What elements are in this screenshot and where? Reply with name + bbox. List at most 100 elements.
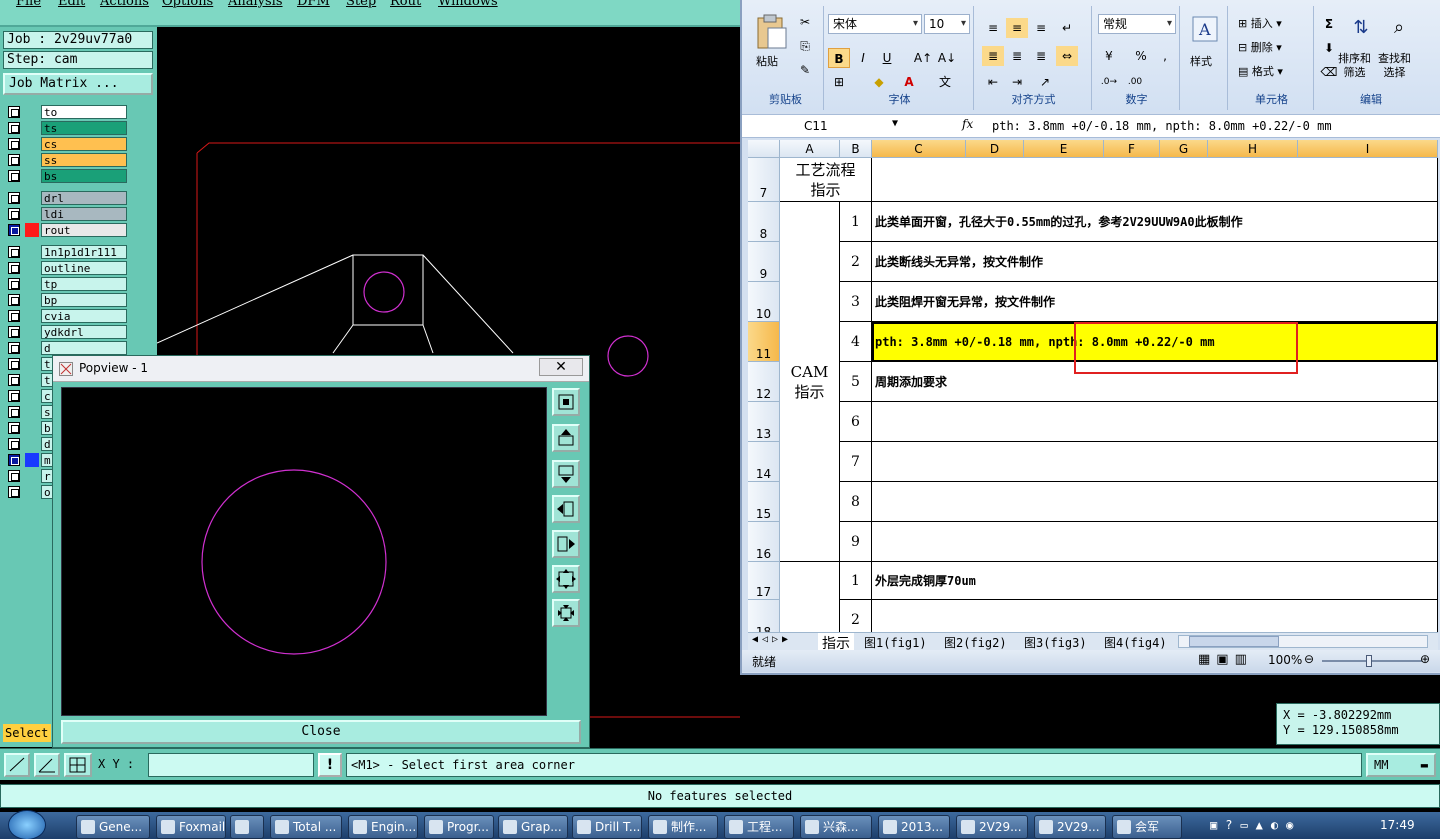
align-right-icon[interactable]: ≣ xyxy=(1030,46,1052,66)
instruction-cell[interactable] xyxy=(872,522,1438,562)
seq-cell[interactable]: 6 xyxy=(840,402,872,442)
seq-cell[interactable]: 7 xyxy=(840,442,872,482)
column-header[interactable]: F xyxy=(1104,140,1160,158)
taskbar-item[interactable]: Progr... xyxy=(424,815,494,839)
menu-rout[interactable]: Rout xyxy=(390,0,421,9)
menu-windows[interactable]: Windows xyxy=(438,0,498,9)
cam-instruction-header-cell[interactable]: CAM 指示 xyxy=(780,202,840,562)
sheet-tab-fig4[interactable]: 图4(fig4) xyxy=(1104,634,1167,651)
copy-icon[interactable]: ⎘ xyxy=(794,36,816,56)
layer-name[interactable]: cs xyxy=(41,137,127,151)
layer-row[interactable]: outline xyxy=(5,260,127,276)
menu-edit[interactable]: Edit xyxy=(58,0,85,9)
taskbar-item[interactable]: Total ... xyxy=(270,815,342,839)
layer-name[interactable]: bs xyxy=(41,169,127,183)
insert-button[interactable]: ⊞ 插入 ▾ xyxy=(1236,14,1284,34)
layer-name[interactable]: ldi xyxy=(41,207,127,221)
italic-button[interactable]: I xyxy=(852,48,874,68)
layer-name[interactable]: drl xyxy=(41,191,127,205)
layer-name[interactable]: ydkdrl xyxy=(41,325,127,339)
layer-color-swatch[interactable] xyxy=(25,261,39,275)
seq-cell[interactable]: 5 xyxy=(840,362,872,402)
formula-input[interactable]: pth: 3.8mm +0/-0.18 mm, npth: 8.0mm +0.2… xyxy=(992,119,1332,133)
font-size-select[interactable]: 10 xyxy=(924,14,970,34)
find-select-icon[interactable]: ⌕ xyxy=(1388,18,1410,38)
layer-color-swatch[interactable] xyxy=(25,169,39,183)
layer-checkbox[interactable] xyxy=(8,422,20,434)
popview-titlebar[interactable]: Popview - 1 ✕ xyxy=(53,356,589,382)
layer-color-swatch[interactable] xyxy=(25,389,39,403)
layer-name[interactable]: ss xyxy=(41,153,127,167)
layer-checkbox[interactable] xyxy=(8,122,20,134)
seq-cell[interactable]: 1 xyxy=(840,202,872,242)
paste-button[interactable]: 粘贴 xyxy=(754,52,780,72)
layer-name[interactable]: tp xyxy=(41,277,127,291)
column-header[interactable]: E xyxy=(1024,140,1104,158)
layer-color-swatch[interactable] xyxy=(25,325,39,339)
align-left-icon[interactable]: ≣ xyxy=(982,46,1004,66)
select-label[interactable]: Select xyxy=(3,724,51,742)
seq-cell[interactable]: 2 xyxy=(840,242,872,282)
zoom-level[interactable]: 100% xyxy=(1268,653,1302,667)
clock[interactable]: 17:49 xyxy=(1380,818,1415,832)
name-box-dropdown-icon[interactable]: ▼ xyxy=(892,118,898,129)
number-format-select[interactable]: 常规 xyxy=(1098,14,1176,34)
layer-checkbox[interactable] xyxy=(8,224,20,236)
row-header[interactable]: 13 xyxy=(748,402,780,442)
popview-zoom-out-button[interactable] xyxy=(552,599,580,627)
layer-color-swatch[interactable] xyxy=(25,437,39,451)
layer-color-swatch[interactable] xyxy=(25,277,39,291)
layer-row[interactable]: to xyxy=(5,104,127,120)
layer-row[interactable]: cvia xyxy=(5,308,127,324)
layer-checkbox[interactable] xyxy=(8,138,20,150)
grid-snap-icon[interactable] xyxy=(64,753,92,777)
layer-name[interactable]: to xyxy=(41,105,127,119)
layer-row[interactable]: ldi xyxy=(5,206,127,222)
column-header[interactable]: G xyxy=(1160,140,1208,158)
layer-row[interactable]: ydkdrl xyxy=(5,324,127,340)
menu-analysis[interactable]: Analysis xyxy=(228,0,283,9)
layer-checkbox[interactable] xyxy=(8,326,20,338)
column-header[interactable]: H xyxy=(1208,140,1298,158)
layer-color-swatch[interactable] xyxy=(25,421,39,435)
sheet-tab-fig3[interactable]: 图3(fig3) xyxy=(1024,634,1087,651)
units-select[interactable]: MM ▬ xyxy=(1366,753,1436,777)
row-header[interactable]: 16 xyxy=(748,522,780,562)
layer-checkbox[interactable] xyxy=(8,294,20,306)
horizontal-scrollbar[interactable] xyxy=(1178,635,1428,648)
align-bottom-icon[interactable]: ≡ xyxy=(1030,18,1052,38)
taskbar-item[interactable]: Drill T... xyxy=(572,815,642,839)
spreadsheet-grid[interactable]: A B C D E F G H I 7 8 1 此类单面开窗，孔径大于0.55mm的过孔，参考2V29U… xyxy=(748,140,1438,632)
layer-row[interactable]: tp xyxy=(5,276,127,292)
layer-color-swatch[interactable] xyxy=(25,191,39,205)
grow-font-icon[interactable]: A↑ xyxy=(912,48,934,68)
autosum-icon[interactable]: Σ xyxy=(1318,14,1340,34)
layer-row[interactable]: 1n1p1d1r111 xyxy=(5,244,127,260)
instruction-cell[interactable]: 此类单面开窗，孔径大于0.55mm的过孔，参考2V29UUW9A0此板制作 xyxy=(872,202,1438,242)
underline-button[interactable]: U xyxy=(876,48,898,68)
decrease-decimal-icon[interactable]: .00 xyxy=(1124,72,1146,92)
layer-name[interactable]: rout xyxy=(41,223,127,237)
layer-name[interactable]: 1n1p1d1r111 xyxy=(41,245,127,259)
popview-pan-right-button[interactable] xyxy=(552,530,580,558)
seq-cell[interactable]: 3 xyxy=(840,282,872,322)
seq-cell[interactable]: 8 xyxy=(840,482,872,522)
row-header[interactable]: 11 xyxy=(748,322,780,362)
layer-row[interactable]: rout xyxy=(5,222,127,238)
zoom-slider-thumb[interactable] xyxy=(1366,655,1372,667)
layer-checkbox[interactable] xyxy=(8,342,20,354)
find-select-button[interactable]: 查找和 选择 xyxy=(1376,52,1413,82)
seq-cell[interactable]: 1 xyxy=(840,562,872,600)
instruction-cell[interactable]: 此类阻焊开窗无异常，按文件制作 xyxy=(872,282,1438,322)
increase-indent-icon[interactable]: ⇥ xyxy=(1006,72,1028,92)
layer-color-swatch[interactable] xyxy=(25,341,39,355)
layer-color-swatch[interactable] xyxy=(25,153,39,167)
row-header[interactable]: 9 xyxy=(748,242,780,282)
paste-icon[interactable] xyxy=(756,14,788,50)
popview-close-x-button[interactable]: ✕ xyxy=(539,358,583,376)
layer-row[interactable]: drl xyxy=(5,190,127,206)
menu-step[interactable]: Step xyxy=(346,0,376,9)
styles-button[interactable]: 样式 xyxy=(1188,52,1214,72)
xy-input[interactable] xyxy=(148,753,314,777)
instruction-cell[interactable] xyxy=(872,600,1438,632)
